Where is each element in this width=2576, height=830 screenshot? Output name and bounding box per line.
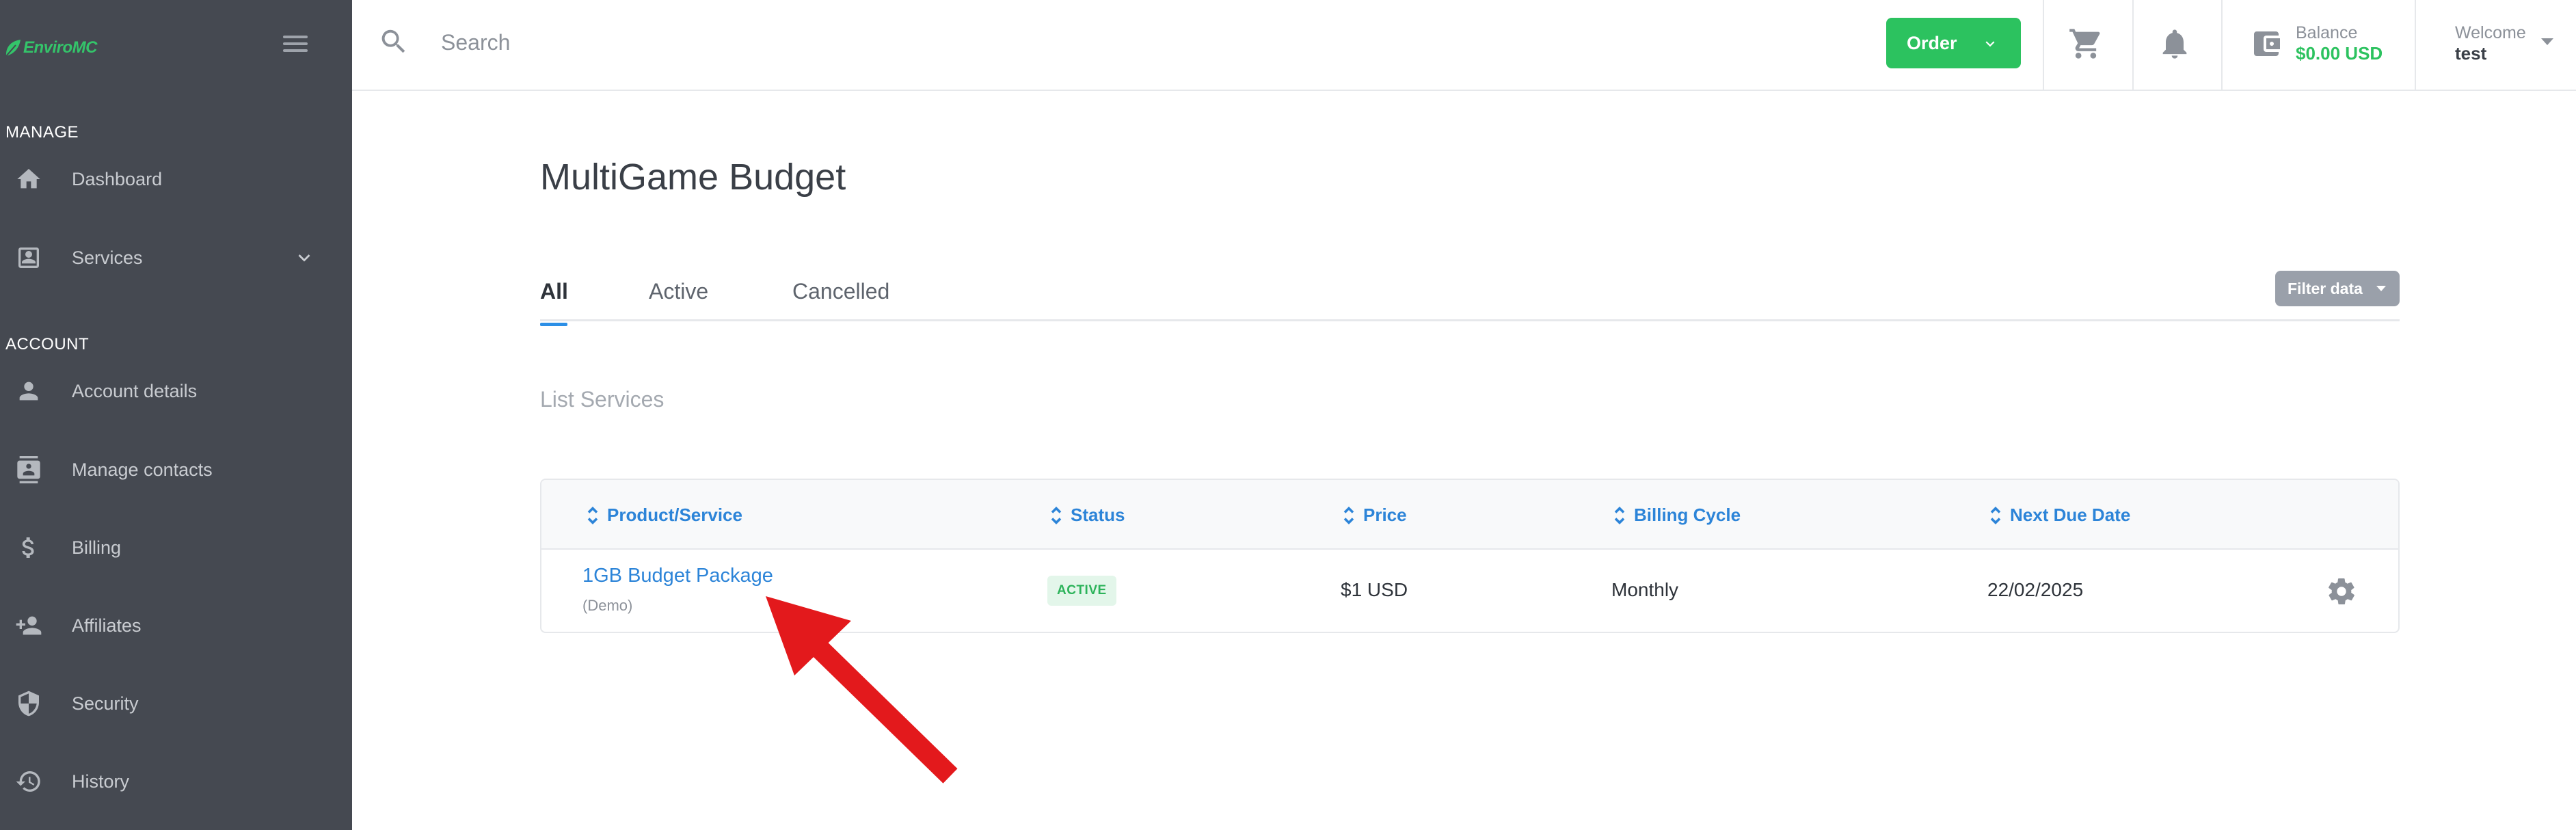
person-icon — [14, 376, 44, 406]
column-header-status[interactable]: Status — [1050, 505, 1125, 526]
contacts-icon — [14, 455, 44, 485]
product-link[interactable]: 1GB Budget Package — [582, 565, 773, 587]
sidebar-item-services[interactable]: Services — [0, 230, 352, 285]
user-menu-caret-icon[interactable] — [2541, 38, 2553, 45]
sidebar-item-history[interactable]: History — [0, 754, 352, 809]
column-header-label: Status — [1071, 505, 1125, 525]
order-button-label: Order — [1907, 32, 1957, 53]
next-due-date-cell: 22/02/2025 — [1987, 579, 2084, 600]
wallet-icon — [2250, 27, 2283, 60]
add-user-icon — [14, 611, 44, 641]
status-badge: ACTIVE — [1047, 576, 1116, 606]
tab-active[interactable]: Active — [649, 279, 708, 304]
top-bar: Order Balance $0.00 USD Welcome test — [352, 0, 2576, 91]
sidebar-item-security[interactable]: Security — [0, 676, 352, 731]
order-button[interactable]: Order — [1886, 18, 2021, 68]
brand-name: EnviroMC — [23, 38, 98, 57]
tab-cancelled[interactable]: Cancelled — [792, 279, 889, 304]
balance-value: $0.00 USD — [2296, 43, 2383, 64]
gear-icon[interactable] — [2326, 576, 2357, 607]
sidebar-item-billing[interactable]: Billing — [0, 520, 352, 575]
divider — [2043, 0, 2044, 91]
list-title: List Services — [540, 387, 665, 412]
shield-icon — [14, 688, 44, 719]
sidebar-item-label: Billing — [72, 537, 122, 558]
sidebar-item-label: Dashboard — [72, 168, 163, 189]
table-row[interactable]: 1GB Budget Package (Demo) ACTIVE $1 USD … — [541, 550, 2398, 632]
sidebar: EnviroMC MANAGE Dashboard Services ACCOU… — [0, 0, 352, 830]
filter-data-button[interactable]: Filter data — [2275, 271, 2400, 306]
column-header-billing-cycle[interactable]: Billing Cycle — [1613, 505, 1741, 526]
chevron-down-icon — [1981, 35, 1999, 53]
leaf-icon — [5, 40, 21, 57]
bell-icon[interactable] — [2157, 26, 2192, 62]
sort-icon — [1613, 505, 1626, 526]
column-header-label: Product/Service — [607, 505, 742, 525]
sort-icon — [587, 505, 599, 526]
divider — [2221, 0, 2223, 91]
tab-bar: All Active Cancelled — [540, 273, 2400, 326]
search-input[interactable] — [441, 23, 1330, 62]
tab-label: All — [540, 279, 568, 304]
section-title-manage: MANAGE — [5, 123, 79, 142]
brand-logo[interactable]: EnviroMC — [4, 34, 98, 62]
sidebar-item-affiliates[interactable]: Affiliates — [0, 598, 352, 653]
column-header-label: Price — [1363, 505, 1407, 525]
column-header-label: Billing Cycle — [1634, 505, 1741, 525]
tab-all[interactable]: All — [540, 279, 568, 326]
divider — [2415, 0, 2416, 91]
column-header-product[interactable]: Product/Service — [587, 505, 742, 526]
user-name[interactable]: test — [2455, 43, 2486, 64]
menu-toggle-icon[interactable] — [280, 31, 310, 56]
billing-cycle-cell: Monthly — [1611, 579, 1679, 600]
column-header-label: Next Due Date — [2010, 505, 2131, 525]
sidebar-item-label: Affiliates — [72, 615, 142, 636]
filter-data-label: Filter data — [2287, 279, 2363, 297]
tab-label: Active — [649, 279, 709, 304]
sort-icon — [1050, 505, 1062, 526]
tab-label: Cancelled — [792, 279, 890, 304]
sort-icon — [1989, 505, 2002, 526]
column-header-price[interactable]: Price — [1343, 505, 1407, 526]
history-icon — [14, 766, 44, 796]
sidebar-item-label: Security — [72, 693, 139, 714]
sidebar-item-dashboard[interactable]: Dashboard — [0, 152, 352, 206]
welcome-label: Welcome — [2455, 23, 2526, 42]
sidebar-item-label: Account details — [72, 380, 198, 401]
home-icon — [14, 164, 44, 194]
table-header: Product/Service Status Price Billing Cyc… — [541, 480, 2398, 550]
active-tab-indicator — [540, 323, 567, 326]
balance-label: Balance — [2296, 23, 2358, 42]
services-icon — [14, 243, 44, 273]
dollar-icon — [14, 533, 44, 563]
sidebar-item-account-details[interactable]: Account details — [0, 364, 352, 418]
sidebar-item-manage-contacts[interactable]: Manage contacts — [0, 442, 352, 497]
services-table: Product/Service Status Price Billing Cyc… — [540, 479, 2400, 633]
caret-down-icon — [2376, 286, 2386, 291]
cart-icon[interactable] — [2068, 26, 2104, 62]
search-icon — [378, 26, 410, 57]
column-header-next-due-date[interactable]: Next Due Date — [1989, 505, 2130, 526]
price-cell: $1 USD — [1341, 579, 1408, 600]
product-subtitle: (Demo) — [582, 597, 633, 614]
sidebar-item-label: Manage contacts — [72, 459, 213, 480]
sort-icon — [1343, 505, 1355, 526]
page-title: MultiGame Budget — [540, 157, 846, 198]
sidebar-item-label: History — [72, 771, 130, 792]
divider — [2132, 0, 2134, 91]
chevron-down-icon[interactable] — [293, 246, 316, 269]
section-title-account: ACCOUNT — [5, 335, 90, 353]
sidebar-item-label: Services — [72, 247, 143, 268]
